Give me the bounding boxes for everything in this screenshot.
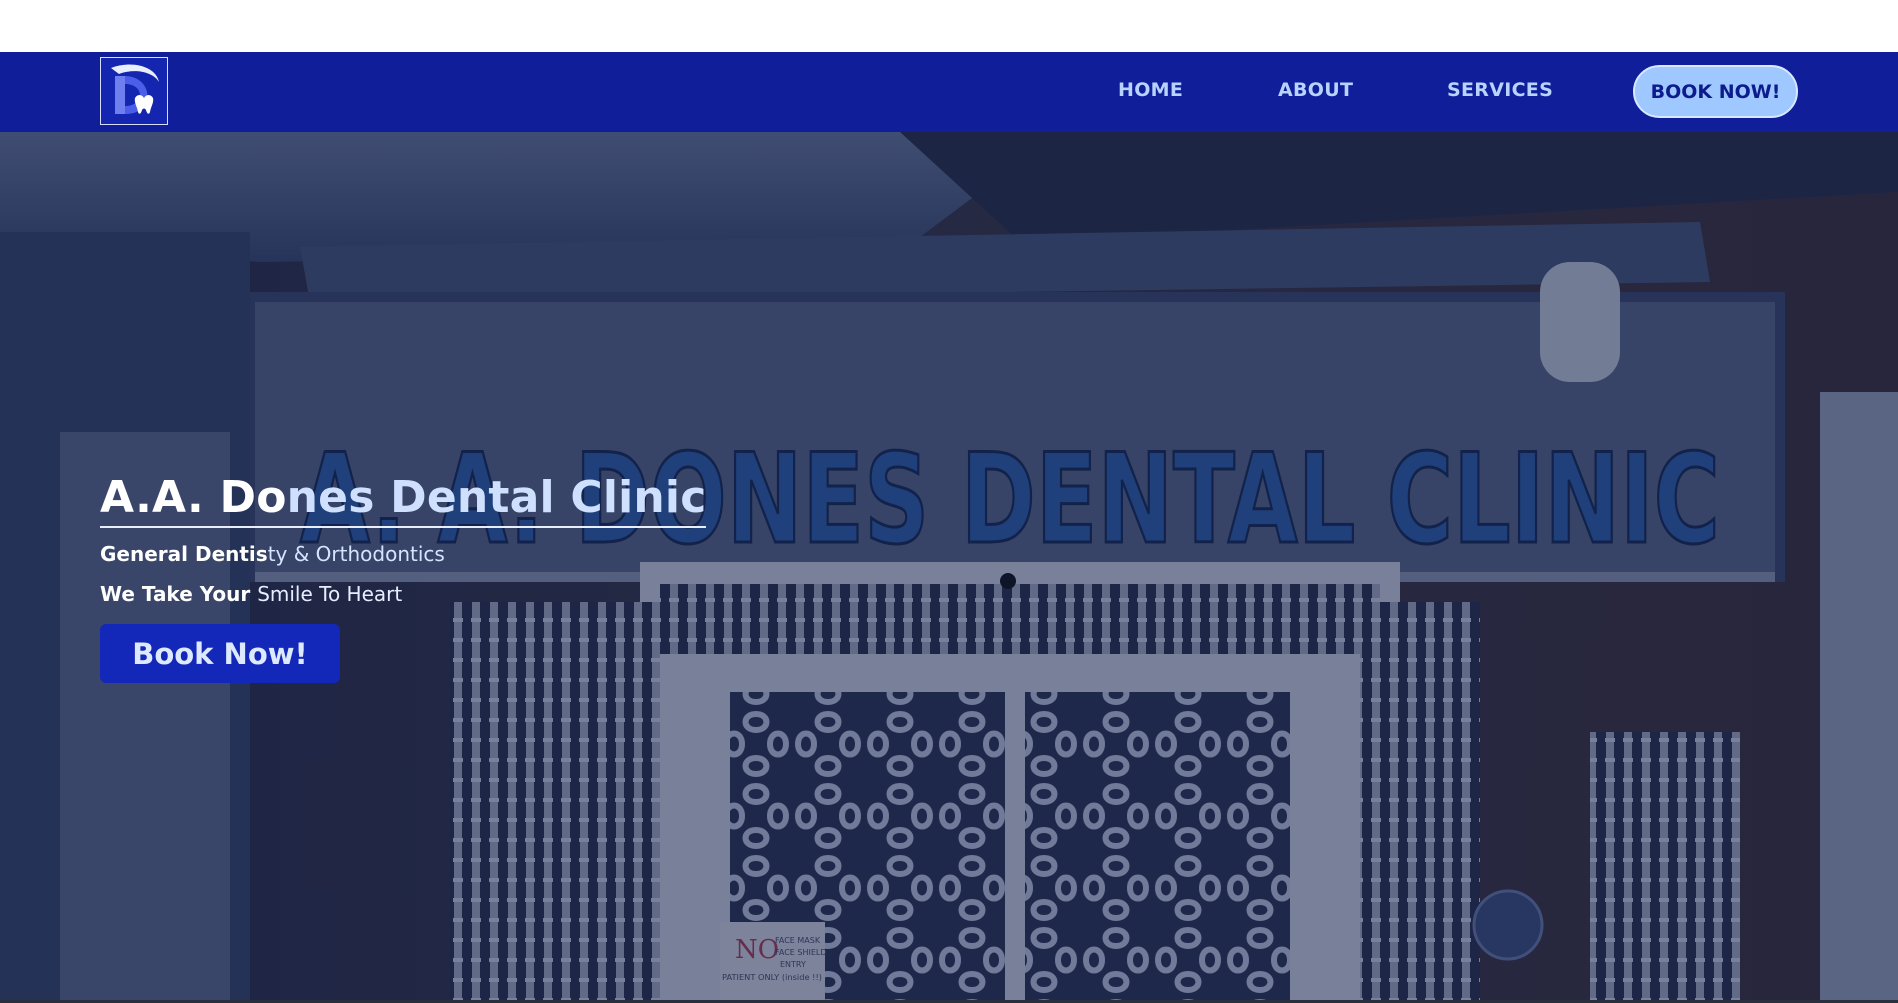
- hero-subtitle-part2: ty & Orthodontics: [267, 542, 445, 566]
- navigation-bar: HOME ABOUT SERVICES BOOK NOW!: [0, 52, 1898, 132]
- hero-tagline: We Take Your Smile To Heart: [100, 582, 706, 606]
- top-blank-strip: [0, 0, 1898, 52]
- hero-text-block: A.A. Dones Dental Clinic General Dentist…: [100, 472, 707, 683]
- clinic-logo-icon[interactable]: [100, 57, 168, 125]
- book-now-nav-button[interactable]: BOOK NOW!: [1633, 65, 1798, 118]
- nav-about-link[interactable]: ABOUT: [1278, 79, 1353, 101]
- hero-title-part2: nes Dental Clinic: [286, 472, 707, 523]
- hero-section: A. A. DONES DENTAL CLINIC NO FACE MASK F…: [0, 132, 1898, 1000]
- hero-subtitle-part1: General Dentis: [100, 542, 268, 566]
- hero-tagline-part1: We Take Your: [100, 582, 258, 606]
- hero-subtitle: General Dentisty & Orthodontics: [100, 542, 706, 566]
- nav-services-link[interactable]: SERVICES: [1447, 79, 1553, 101]
- hero-title-part1: A.A. Do: [100, 472, 287, 523]
- nav-home-link[interactable]: HOME: [1118, 79, 1183, 101]
- book-now-hero-button[interactable]: Book Now!: [100, 624, 340, 683]
- hero-title: A.A. Dones Dental Clinic: [100, 472, 707, 528]
- hero-tagline-part2: Smile To Heart: [257, 582, 403, 606]
